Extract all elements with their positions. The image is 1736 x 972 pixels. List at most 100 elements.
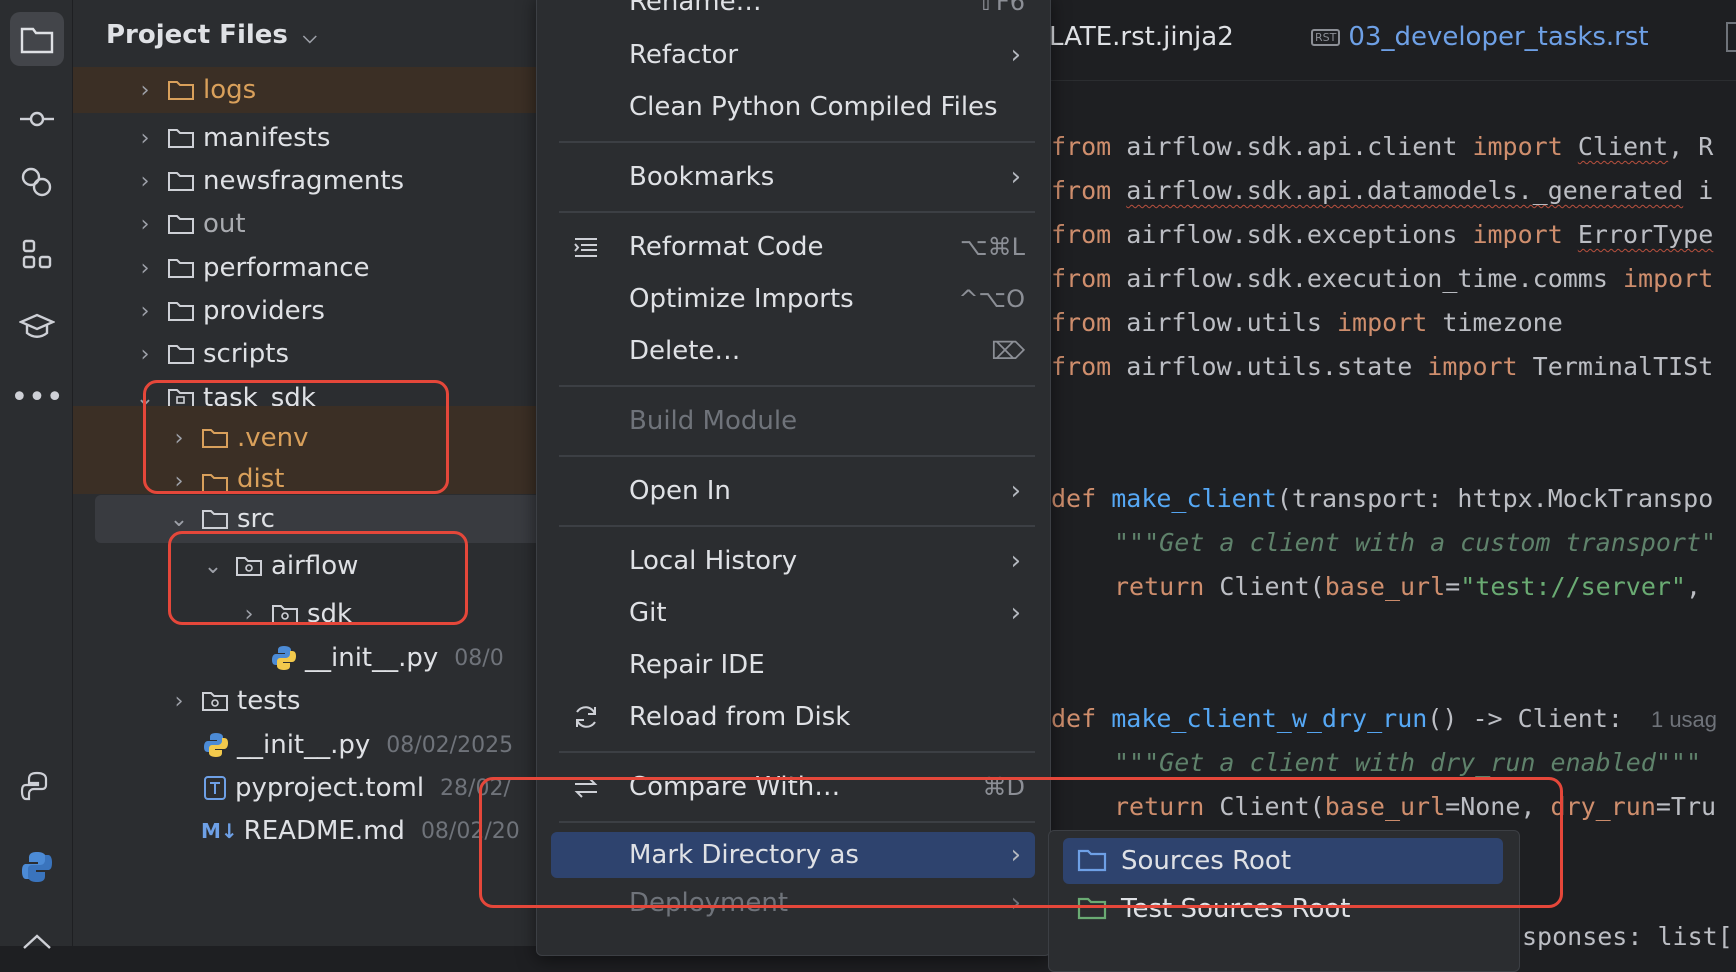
chevron-right-icon[interactable]: › — [167, 469, 191, 494]
menu-label: Bookmarks — [629, 162, 775, 192]
menu-item-mark-directory-as[interactable]: Mark Directory as › — [551, 832, 1035, 878]
folder-icon — [168, 259, 194, 278]
pull-requests-icon[interactable] — [10, 155, 64, 209]
chevron-right-icon: › — [1010, 546, 1021, 576]
menu-shortcut: ⌘D — [982, 773, 1025, 801]
chevron-right-icon: › — [1010, 840, 1021, 870]
folder-icon — [168, 129, 194, 148]
python-console-icon[interactable] — [10, 840, 64, 894]
menu-item-rename[interactable]: Rename… ⇧F6 — [557, 0, 1035, 25]
python-packages-icon[interactable] — [10, 760, 64, 814]
tree-row-label: scripts — [203, 339, 289, 369]
tree-row-date: 28/02/ — [440, 775, 511, 801]
chevron-right-icon[interactable]: › — [133, 256, 157, 281]
learn-icon[interactable] — [10, 300, 64, 354]
tree-row-src[interactable]: ⌄ src — [95, 495, 536, 543]
menu-item-refactor[interactable]: Refactor › — [557, 32, 1035, 78]
menu-item-clean-python[interactable]: Clean Python Compiled Files — [557, 84, 1035, 130]
code-line: from airflow.sdk.api.datamodels._generat… — [1051, 176, 1714, 205]
chevron-down-icon[interactable]: ⌄ — [201, 554, 225, 579]
chevron-right-icon[interactable]: › — [133, 342, 157, 367]
menu-separator — [559, 455, 1035, 457]
tree-row-tests[interactable]: › tests — [73, 677, 536, 725]
tree-row-label: logs — [203, 75, 257, 105]
chevron-down-icon[interactable]: ⌄ — [167, 507, 191, 532]
python-file-icon — [204, 733, 228, 757]
commit-icon[interactable] — [10, 92, 64, 146]
menu-item-optimize-imports[interactable]: Optimize Imports ^⌥O — [557, 276, 1035, 322]
tab-template[interactable]: LATE.rst.jinja2 — [1049, 22, 1234, 52]
menu-shortcut: ⌦ — [991, 337, 1025, 365]
tree-row-providers[interactable]: › providers — [73, 287, 536, 335]
python-file-icon — [272, 646, 296, 670]
menu-item-compare-with[interactable]: Compare With… ⌘D — [557, 764, 1035, 810]
structure-icon[interactable] — [10, 227, 64, 281]
menu-item-git[interactable]: Git › — [557, 590, 1035, 636]
chevron-right-icon[interactable]: › — [167, 689, 191, 714]
menu-item-local-history[interactable]: Local History › — [557, 538, 1035, 584]
code-line: sponses: list[ — [1522, 922, 1733, 951]
tree-row-sdk-init[interactable]: __init__.py 08/0 — [73, 634, 536, 682]
git-icon[interactable] — [10, 915, 64, 969]
tree-row-sdk[interactable]: › sdk — [73, 590, 536, 638]
tree-row-dist[interactable]: › dist — [73, 460, 536, 494]
tree-row-manifests[interactable]: › manifests — [73, 114, 536, 162]
menu-item-open-in[interactable]: Open In › — [557, 468, 1035, 514]
mark-directory-submenu: Sources Root Test Sources Root — [1048, 830, 1520, 972]
project-view-selector[interactable]: Project Files ⌵ — [106, 20, 317, 50]
tab-label: LATE.rst.jinja2 — [1049, 22, 1234, 52]
menu-item-reload-from-disk[interactable]: Reload from Disk — [557, 694, 1035, 740]
folder-icon — [168, 172, 194, 191]
code-line: from airflow.sdk.execution_time.comms im… — [1051, 264, 1714, 293]
tree-row-performance[interactable]: › performance — [73, 244, 536, 292]
tree-row-label: dist — [237, 464, 285, 494]
menu-item-delete[interactable]: Delete… ⌦ — [557, 328, 1035, 374]
submenu-item-sources-root[interactable]: Sources Root — [1063, 838, 1503, 884]
chevron-right-icon[interactable]: › — [133, 299, 157, 324]
tree-row-task-sdk-init[interactable]: __init__.py 08/02/2025 — [73, 721, 536, 769]
excluded-folder-icon — [202, 474, 228, 493]
menu-item-bookmarks[interactable]: Bookmarks › — [557, 154, 1035, 200]
module-folder-icon — [202, 692, 228, 711]
tree-row-logs[interactable]: › logs — [73, 67, 536, 113]
menu-label: Delete… — [629, 336, 741, 366]
package-folder-icon — [272, 605, 298, 624]
project-folder-icon[interactable] — [10, 12, 64, 66]
tree-row-airflow[interactable]: ⌄ airflow — [73, 546, 536, 586]
menu-label: Refactor — [629, 40, 739, 70]
tree-row-readme[interactable]: M↓ README.md 08/02/20 — [73, 807, 536, 855]
tree-row-scripts[interactable]: › scripts — [73, 330, 536, 378]
tree-row-newsfragments[interactable]: › newsfragments — [73, 157, 536, 205]
tree-row-label: tests — [237, 686, 301, 716]
menu-item-reformat[interactable]: Reformat Code ⌥⌘L — [557, 224, 1035, 270]
menu-separator — [559, 385, 1035, 387]
tab-developer-tasks[interactable]: RST 03_developer_tasks.rst — [1311, 22, 1649, 52]
tree-row-pyproject[interactable]: pyproject.toml 28/02/ — [73, 764, 536, 812]
tree-row-label: __init__.py — [305, 643, 439, 673]
menu-label: Repair IDE — [629, 650, 765, 680]
tree-row-out[interactable]: › out — [73, 200, 536, 248]
code-line: from airflow.sdk.exceptions import Error… — [1051, 220, 1714, 249]
chevron-right-icon[interactable]: › — [133, 126, 157, 151]
chevron-right-icon[interactable]: › — [167, 426, 191, 451]
chevron-right-icon[interactable]: › — [133, 212, 157, 237]
menu-item-repair-ide[interactable]: Repair IDE — [557, 642, 1035, 688]
tree-row-label: .venv — [237, 423, 309, 453]
menu-label: Optimize Imports — [629, 284, 854, 314]
chevron-right-icon[interactable]: › — [133, 78, 157, 103]
tree-row-label: pyproject.toml — [235, 773, 425, 803]
sources-root-folder-icon — [1077, 849, 1107, 872]
menu-label: Reformat Code — [629, 232, 824, 262]
chevron-right-icon[interactable]: › — [133, 169, 157, 194]
tool-window-strip: ••• — [0, 0, 73, 949]
menu-label: Test Sources Root — [1121, 894, 1351, 924]
more-icon[interactable]: ••• — [10, 370, 64, 424]
menu-label: Clean Python Compiled Files — [629, 92, 998, 122]
tree-row-label: airflow — [271, 551, 359, 581]
code-line: return Client(base_url="test://server", — [1114, 572, 1702, 601]
tab-overflow-icon[interactable] — [1726, 22, 1736, 59]
menu-shortcut: ⇧F6 — [975, 0, 1025, 16]
chevron-right-icon[interactable]: › — [237, 602, 261, 627]
test-sources-root-folder-icon — [1077, 897, 1107, 920]
submenu-item-test-sources-root[interactable]: Test Sources Root — [1063, 886, 1503, 932]
